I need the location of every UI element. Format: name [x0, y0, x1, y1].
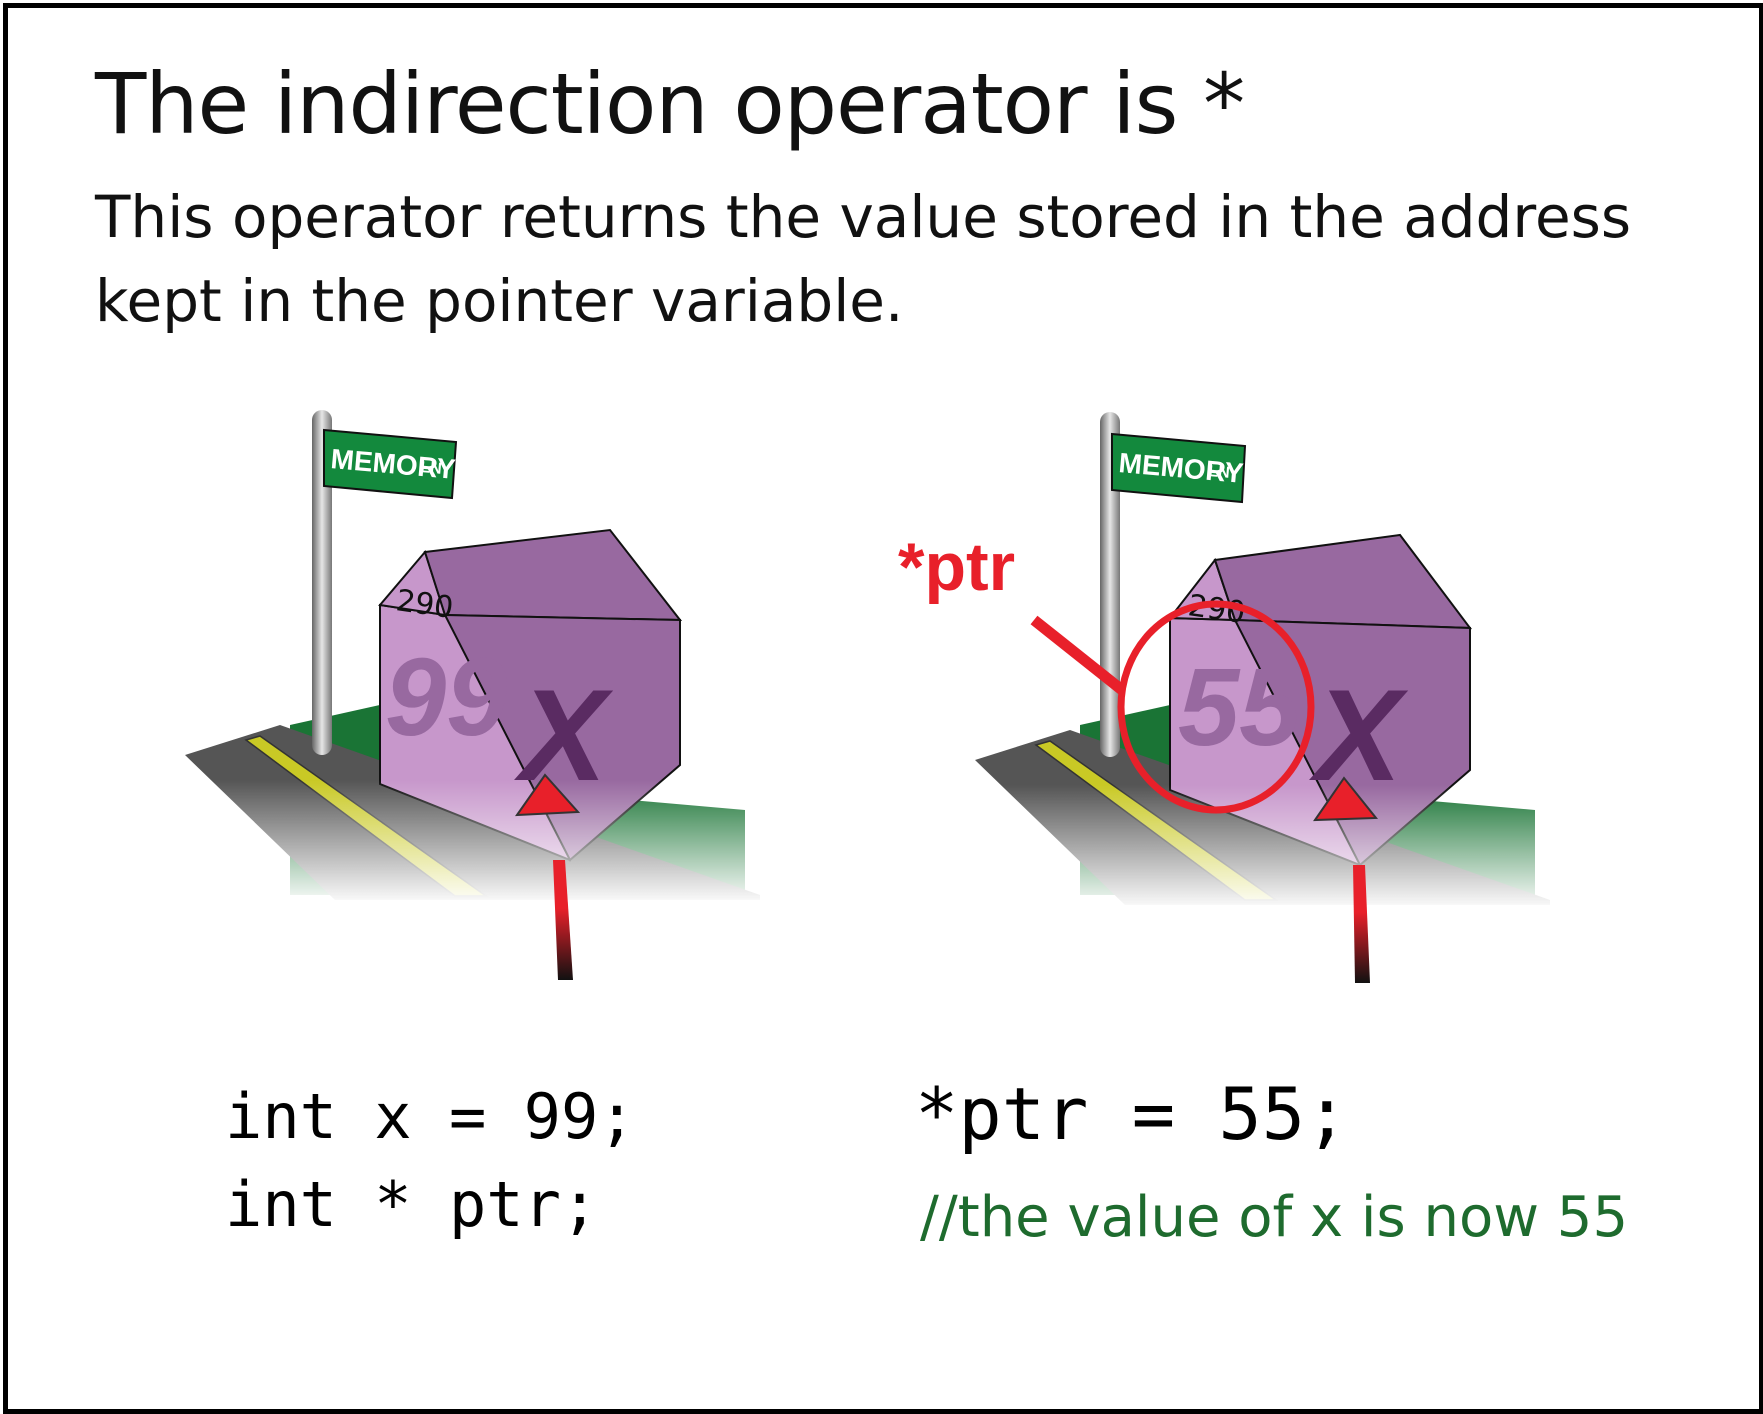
- diagram-subtitle: This operator returns the value stored i…: [95, 183, 1632, 335]
- code-line-dereference-assign: *ptr = 55;: [915, 1072, 1349, 1156]
- left-street-sign-suffix: LN: [420, 459, 443, 478]
- right-scene-illustration: MEMORY LN 290 55 X: [970, 412, 1550, 983]
- right-street-sign-suffix: LN: [1208, 463, 1231, 482]
- code-comment: //the value of x is now 55: [920, 1185, 1629, 1250]
- code-line-declare-ptr: int * ptr;: [225, 1168, 599, 1241]
- left-house-value: 99: [385, 636, 507, 759]
- diagram-title: The indirection operator is *: [95, 55, 1245, 153]
- code-line-declare-x: int x = 99;: [225, 1080, 636, 1153]
- left-scene: MEMORY LN 290 99 X: [180, 400, 760, 990]
- left-scene-illustration: MEMORY LN 290 99 X: [180, 410, 760, 980]
- right-house-value: 55: [1178, 646, 1302, 769]
- pointer-label: *ptr: [898, 529, 1016, 605]
- right-scene: MEMORY LN 290 55 X: [970, 400, 1550, 990]
